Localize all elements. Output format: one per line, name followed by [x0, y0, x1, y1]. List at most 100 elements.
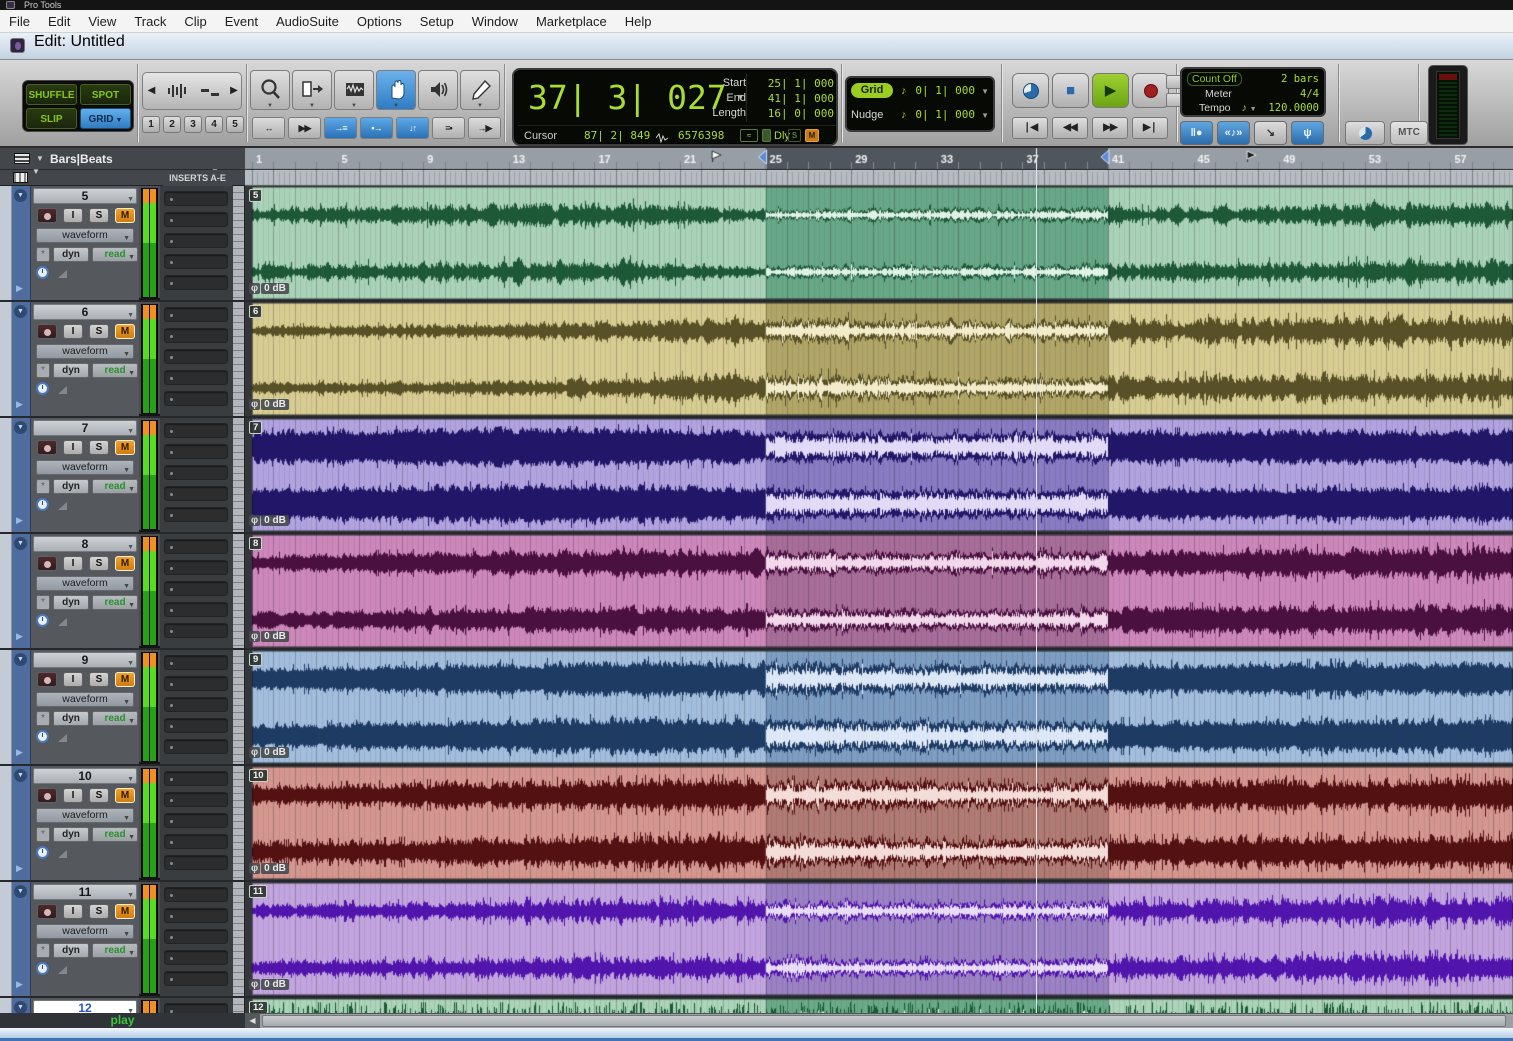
insert-slot[interactable]: [164, 465, 228, 480]
zoom-preset-3[interactable]: 3: [184, 116, 202, 133]
edit-toggle-button-0[interactable]: ↔: [252, 117, 285, 139]
clip-gain-label[interactable]: φ0 dB: [249, 862, 289, 875]
audio-clip-waveform[interactable]: [245, 766, 1513, 880]
insert-slot[interactable]: [164, 581, 228, 596]
record-enable-button[interactable]: [37, 672, 57, 687]
automation-mode-button[interactable]: read ▼: [92, 943, 138, 958]
grid-value[interactable]: 0| 1| 000: [915, 80, 975, 102]
timebase-clock-icon[interactable]: [36, 266, 49, 279]
track-view-selector[interactable]: waveform ▼: [36, 924, 134, 939]
solo-button[interactable]: S: [89, 788, 109, 803]
global-solo-button[interactable]: S: [788, 129, 801, 142]
freeze-icon[interactable]: *: [36, 247, 50, 262]
track-expand-icon[interactable]: ▶: [16, 631, 23, 642]
automation-mode-button[interactable]: read ▼: [92, 363, 138, 378]
menu-item-marketplace[interactable]: Marketplace: [527, 10, 616, 33]
mute-button[interactable]: M: [115, 904, 135, 919]
insert-slot[interactable]: [164, 275, 228, 290]
record-enable-button[interactable]: [37, 788, 57, 803]
count-off-toggle-button[interactable]: ‖●: [1180, 121, 1213, 145]
input-monitor-button[interactable]: I: [63, 556, 83, 571]
solo-button[interactable]: S: [89, 904, 109, 919]
track-height-ruler[interactable]: [233, 998, 245, 1013]
elastic-audio-button[interactable]: dyn: [53, 595, 89, 610]
track-expand-icon[interactable]: ▶: [16, 863, 23, 874]
tempo-label[interactable]: Tempo: [1199, 102, 1231, 114]
rewind-button[interactable]: ◀◀: [1052, 117, 1088, 139]
spot-mode-button[interactable]: SPOT: [80, 84, 131, 105]
automation-mode-button[interactable]: read ▼: [92, 827, 138, 842]
clip-gain-label[interactable]: φ0 dB: [249, 746, 289, 759]
track-view-selector[interactable]: waveform ▼: [36, 808, 134, 823]
clip-gain-label[interactable]: φ0 dB: [249, 398, 289, 411]
go-to-end-button[interactable]: ▶❘: [1132, 117, 1168, 139]
mute-button[interactable]: M: [115, 440, 135, 455]
insert-slot[interactable]: [164, 623, 228, 638]
global-mute-button[interactable]: M: [805, 129, 819, 142]
zoom-preset-4[interactable]: 4: [205, 116, 223, 133]
chevron-down-icon[interactable]: ▼: [32, 167, 40, 176]
grabber-tool-button[interactable]: ▼: [376, 70, 416, 110]
track-height-ruler[interactable]: [233, 882, 245, 996]
solo-button[interactable]: S: [89, 208, 109, 223]
audio-clip-waveform[interactable]: [245, 882, 1513, 996]
freeze-icon[interactable]: *: [36, 363, 50, 378]
insert-slot[interactable]: [164, 212, 228, 227]
track-name[interactable]: 12 ▼: [33, 1000, 137, 1013]
conductor-button[interactable]: ψ: [1291, 121, 1324, 145]
menu-item-track[interactable]: Track: [125, 10, 175, 33]
menu-item-window[interactable]: Window: [463, 10, 527, 33]
track-view-selector[interactable]: waveform ▼: [36, 228, 134, 243]
menu-item-help[interactable]: Help: [616, 10, 661, 33]
insert-slot[interactable]: [164, 444, 228, 459]
menu-item-file[interactable]: File: [0, 10, 39, 33]
timeline-insertion-icon[interactable]: ≈: [740, 129, 758, 142]
metronome-button[interactable]: «♪»: [1217, 121, 1250, 145]
stop-button[interactable]: ■: [1052, 73, 1089, 108]
menu-item-view[interactable]: View: [79, 10, 125, 33]
track-expand-icon[interactable]: ▶: [16, 979, 23, 990]
play-button[interactable]: ▶: [1092, 73, 1129, 108]
insert-slot[interactable]: [164, 813, 228, 828]
insert-slot[interactable]: [164, 771, 228, 786]
grid-mode-button[interactable]: GRID ▼: [80, 108, 131, 129]
bars-beats-ruler[interactable]: [245, 148, 1513, 170]
mute-button[interactable]: M: [115, 672, 135, 687]
input-monitor-button[interactable]: I: [63, 904, 83, 919]
chevron-down-icon[interactable]: ▼: [981, 105, 989, 127]
mute-button[interactable]: M: [115, 788, 135, 803]
track-name[interactable]: 11 ▼: [33, 884, 137, 900]
edit-toggle-button-3[interactable]: •→: [360, 117, 393, 139]
record-enable-button[interactable]: [37, 440, 57, 455]
track-expand-icon[interactable]: ▶: [16, 283, 23, 294]
freeze-icon[interactable]: *: [36, 595, 50, 610]
record-enable-button[interactable]: [37, 904, 57, 919]
trim-tool-button[interactable]: ▼: [292, 70, 332, 110]
elastic-audio-button[interactable]: dyn: [53, 711, 89, 726]
freeze-icon[interactable]: *: [36, 711, 50, 726]
insert-slot[interactable]: [164, 254, 228, 269]
zoom-preset-1[interactable]: 1: [142, 116, 160, 133]
mtc-button[interactable]: MTC: [1390, 121, 1428, 145]
track-name[interactable]: 9 ▼: [33, 652, 137, 668]
track-name[interactable]: 8 ▼: [33, 536, 137, 552]
shuffle-mode-button[interactable]: SHUFFLE: [26, 84, 77, 105]
zoom-preset-5[interactable]: 5: [226, 116, 244, 133]
edit-toggle-button-4[interactable]: ↓↑: [396, 117, 429, 139]
record-enable-button[interactable]: [37, 324, 57, 339]
timebase-clock-icon[interactable]: [36, 614, 49, 627]
insert-slot[interactable]: [164, 307, 228, 322]
insert-slot[interactable]: [164, 908, 228, 923]
insert-slot[interactable]: [164, 486, 228, 501]
online-button[interactable]: [1012, 73, 1049, 108]
insert-slot[interactable]: [164, 676, 228, 691]
insert-slot[interactable]: [164, 950, 228, 965]
audio-clip-waveform[interactable]: [245, 302, 1513, 416]
menu-item-options[interactable]: Options: [348, 10, 411, 33]
insert-slot[interactable]: [164, 349, 228, 364]
slip-mode-button[interactable]: SLIP: [26, 108, 77, 129]
grid-value-button[interactable]: Grid: [851, 83, 893, 98]
audio-clip-waveform[interactable]: [245, 534, 1513, 648]
audio-zoom-icon[interactable]: [161, 73, 193, 109]
fast-forward-button[interactable]: ▶▶: [1092, 117, 1128, 139]
